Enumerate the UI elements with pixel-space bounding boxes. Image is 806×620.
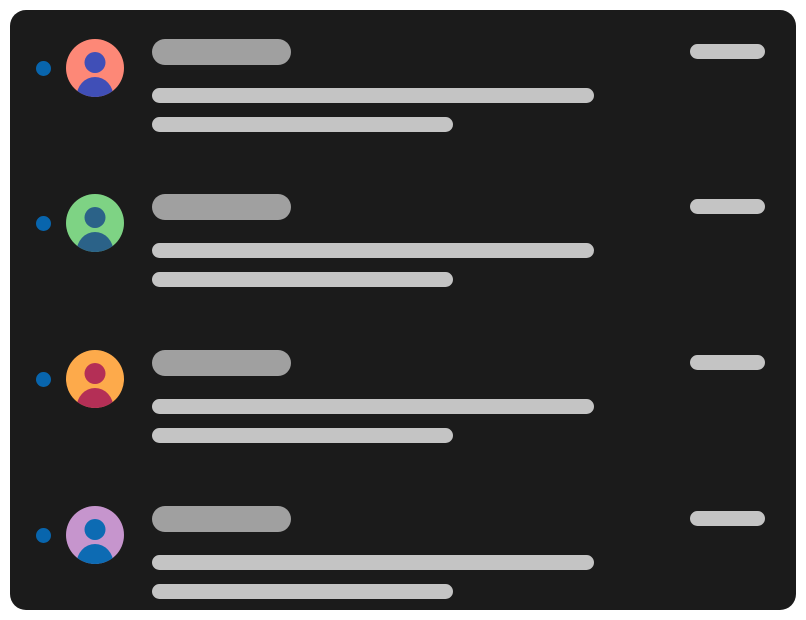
timestamp-placeholder (690, 199, 765, 214)
unread-indicator (36, 528, 51, 543)
preview-line-placeholder (152, 243, 594, 258)
preview-line-placeholder (152, 428, 453, 443)
preview-line-placeholder (152, 555, 594, 570)
unread-indicator (36, 216, 51, 231)
list-item[interactable] (10, 477, 796, 610)
preview-line-placeholder (152, 88, 594, 103)
list-item[interactable] (10, 10, 796, 166)
sender-name-placeholder (152, 194, 291, 220)
avatar[interactable] (66, 506, 124, 564)
avatar[interactable] (66, 194, 124, 252)
person-icon (66, 194, 124, 252)
timestamp-placeholder (690, 44, 765, 59)
person-icon (66, 39, 124, 97)
unread-indicator (36, 61, 51, 76)
unread-indicator (36, 372, 51, 387)
timestamp-placeholder (690, 511, 765, 526)
sender-name-placeholder (152, 350, 291, 376)
list-item[interactable] (10, 321, 796, 477)
preview-line-placeholder (152, 117, 453, 132)
sender-name-placeholder (152, 506, 291, 532)
avatar[interactable] (66, 39, 124, 97)
preview-line-placeholder (152, 399, 594, 414)
preview-line-placeholder (152, 272, 453, 287)
preview-line-placeholder (152, 584, 453, 599)
person-icon (66, 350, 124, 408)
avatar[interactable] (66, 350, 124, 408)
sender-name-placeholder (152, 39, 291, 65)
list-item[interactable] (10, 165, 796, 321)
message-list-card (10, 10, 796, 610)
person-icon (66, 506, 124, 564)
timestamp-placeholder (690, 355, 765, 370)
